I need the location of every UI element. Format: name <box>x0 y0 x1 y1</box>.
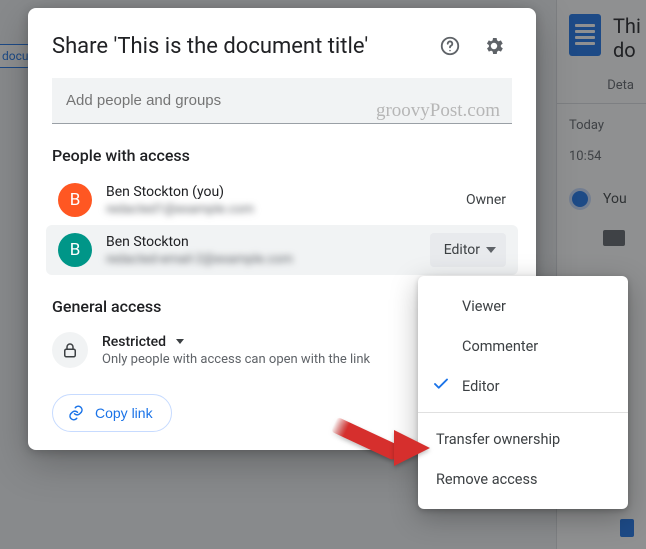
people-with-access-heading: People with access <box>52 146 512 165</box>
check-icon <box>432 375 450 397</box>
chevron-down-icon <box>176 339 184 344</box>
gear-icon <box>483 35 505 57</box>
restricted-subtext: Only people with access can open with th… <box>102 352 370 367</box>
person-row-editor: B Ben Stockton redacted-email-2@example.… <box>46 225 518 275</box>
role-option-remove-access[interactable]: Remove access <box>418 459 628 499</box>
copy-link-button[interactable]: Copy link <box>52 394 172 432</box>
add-people-input[interactable] <box>52 78 512 124</box>
role-dropdown-label: Editor <box>444 242 480 258</box>
person-email: redacted-email-2@example.com <box>106 252 416 267</box>
lock-icon <box>61 341 79 359</box>
person-email: redacted1@example.com <box>106 202 452 217</box>
link-icon <box>67 404 85 422</box>
lock-badge <box>52 332 88 368</box>
avatar: B <box>58 233 92 267</box>
role-option-commenter[interactable]: Commenter <box>418 326 628 366</box>
role-option-editor[interactable]: Editor <box>418 366 628 406</box>
help-button[interactable] <box>432 28 468 64</box>
general-access-dropdown[interactable]: Restricted <box>102 334 370 350</box>
role-option-viewer[interactable]: Viewer <box>418 286 628 326</box>
person-name: Ben Stockton (you) <box>106 183 452 201</box>
chevron-down-icon <box>486 247 496 253</box>
person-role-owner: Owner <box>466 192 506 208</box>
role-dropdown-button[interactable]: Editor <box>430 233 506 267</box>
person-row-owner: B Ben Stockton (you) redacted1@example.c… <box>52 175 512 225</box>
help-icon <box>439 35 461 57</box>
role-option-transfer-ownership[interactable]: Transfer ownership <box>418 419 628 459</box>
dialog-title: Share 'This is the document title' <box>52 34 424 59</box>
role-menu: Viewer Commenter Editor Transfer ownersh… <box>418 276 628 509</box>
copy-link-label: Copy link <box>95 405 153 421</box>
settings-button[interactable] <box>476 28 512 64</box>
person-name: Ben Stockton <box>106 233 416 251</box>
restricted-label: Restricted <box>102 334 166 350</box>
menu-separator <box>418 412 628 413</box>
avatar: B <box>58 183 92 217</box>
